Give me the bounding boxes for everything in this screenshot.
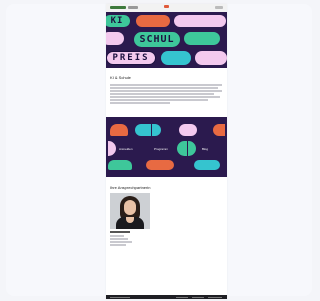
- hero-shape: [161, 51, 191, 65]
- band-link[interactable]: Blog: [202, 147, 208, 151]
- hero-shape: [195, 51, 227, 65]
- hero-banner: KI SCHUL PREIS: [106, 12, 227, 68]
- hero-shape: [184, 32, 220, 45]
- contact-photo: [110, 193, 150, 229]
- hero-shape: [174, 15, 226, 27]
- website-preview: KI SCHUL PREIS KI & Schule Anmelden Prog…: [106, 4, 227, 299]
- hero-word-preis: PREIS: [106, 51, 156, 65]
- top-navigation: [106, 4, 227, 12]
- band-link[interactable]: Programm: [154, 147, 168, 151]
- partner-logo: [128, 6, 138, 9]
- feature-band: Anmelden Programm Blog: [106, 117, 227, 177]
- band-link[interactable]: Anmelden: [119, 147, 133, 151]
- page-footer: [106, 295, 227, 299]
- hero-word-ki: KI: [106, 15, 130, 27]
- intro-title: KI & Schule: [110, 75, 131, 80]
- nav-highlight-item[interactable]: [164, 5, 169, 8]
- hero-shape: [106, 32, 124, 45]
- hero-shape: [136, 15, 170, 27]
- menu-icon[interactable]: [215, 6, 223, 9]
- site-logo[interactable]: [110, 6, 126, 9]
- hero-word-schul: SCHUL: [134, 32, 180, 47]
- team-title: Ihre Ansprechpartnerin: [110, 185, 151, 190]
